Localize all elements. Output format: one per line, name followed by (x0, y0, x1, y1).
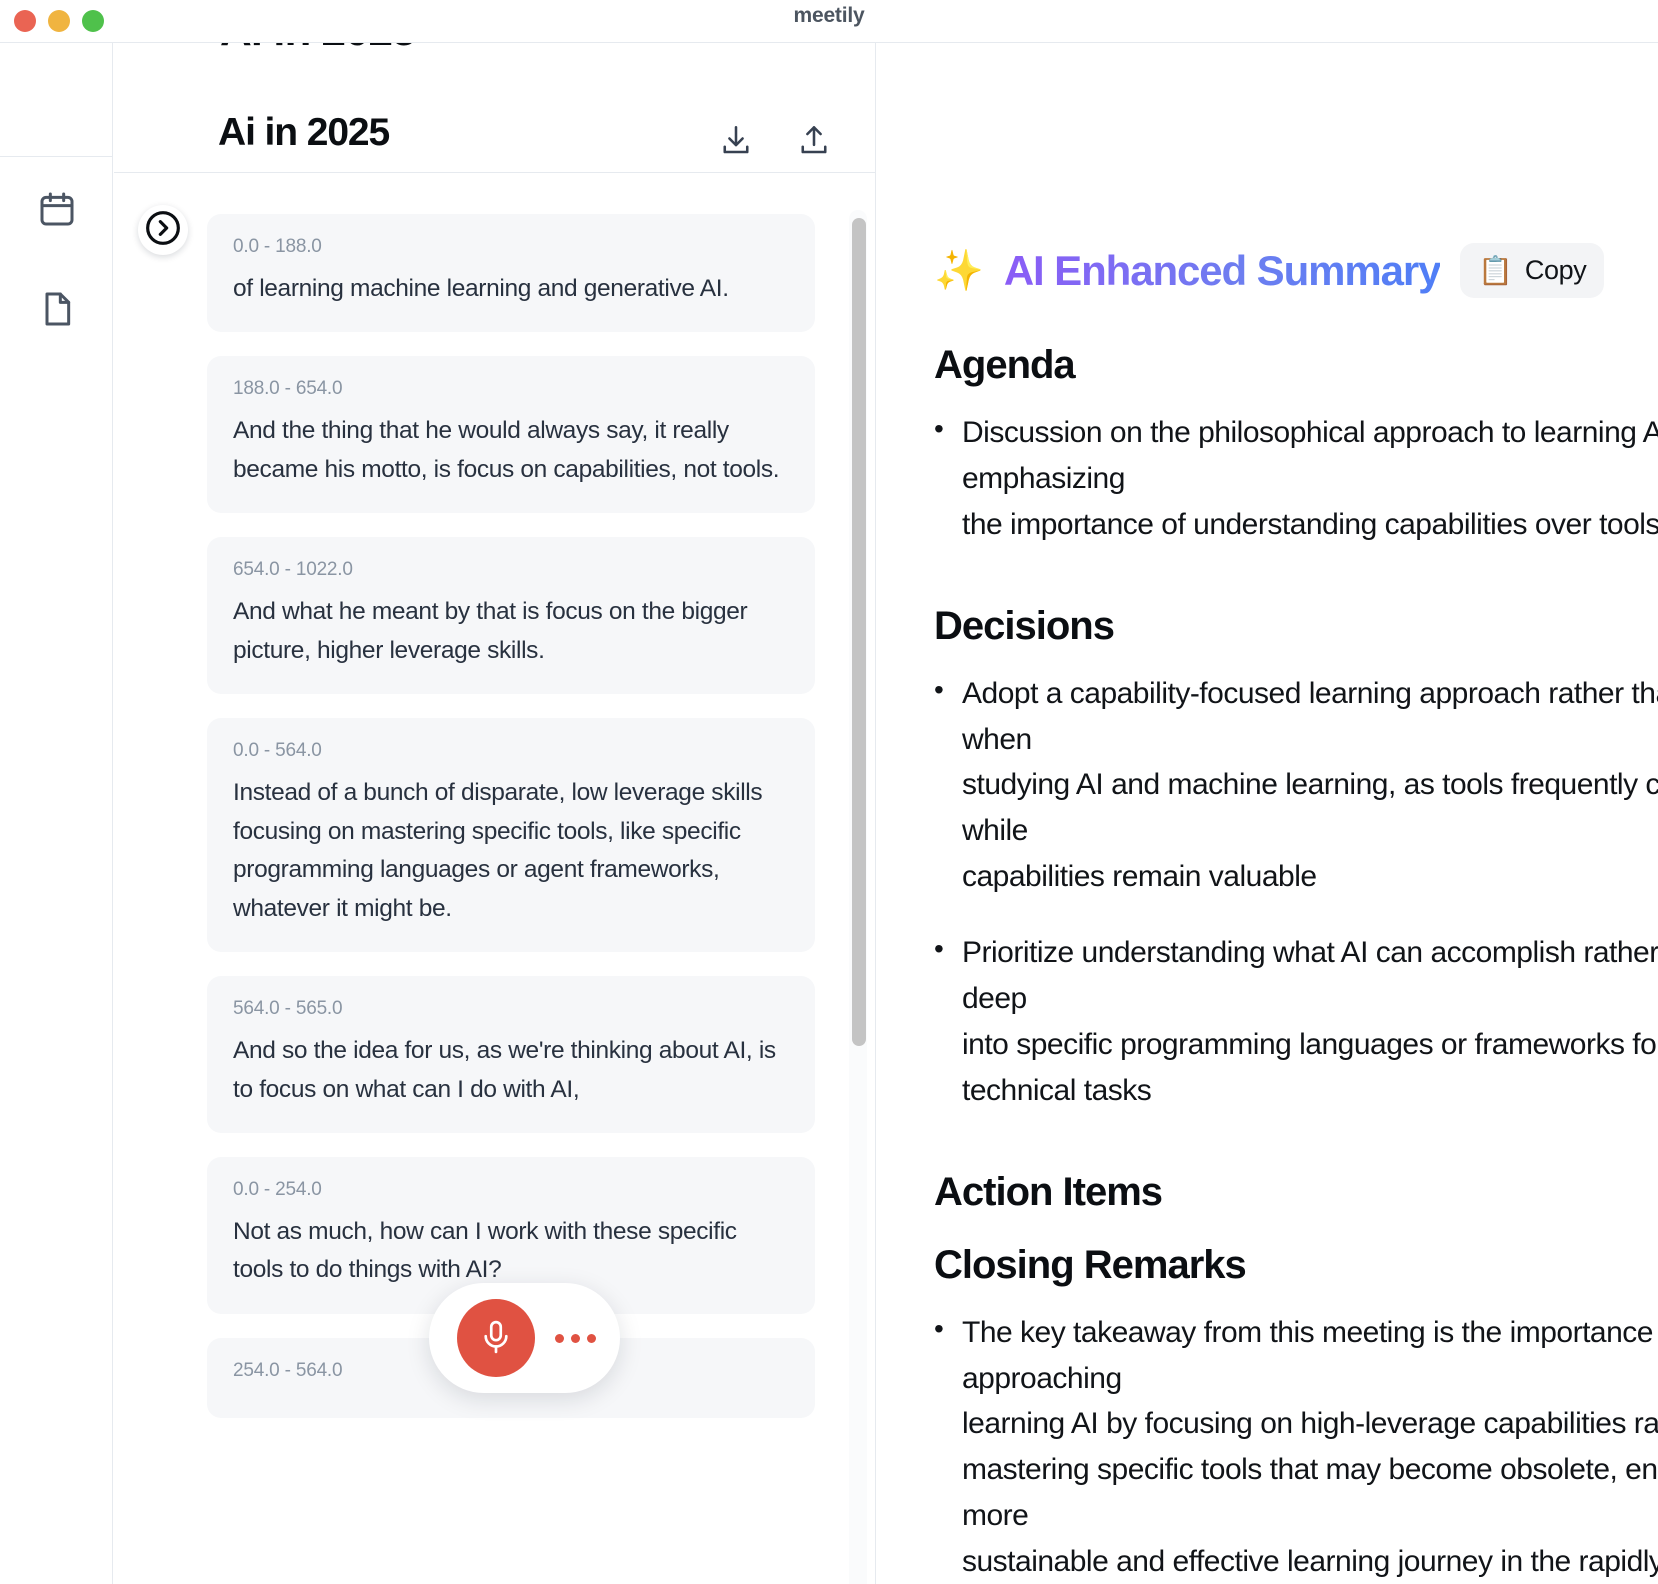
summary-title: AI Enhanced Summary (1003, 246, 1442, 294)
transcript-segment[interactable]: 0.0 - 188.0 of learning machine learning… (207, 214, 815, 333)
summary-section-agenda: Agenda Discussion on the philosophical a… (934, 343, 1658, 548)
rail-divider (0, 156, 113, 157)
summary-header: ✨ AI Enhanced Summary 📋 Copy (934, 243, 1605, 298)
segment-timestamp: 188.0 - 654.0 (233, 378, 343, 400)
list-item: Adopt a capability-focused learning appr… (934, 669, 1658, 900)
record-control-bar (429, 1283, 620, 1393)
microphone-icon (477, 1318, 515, 1359)
transcript-segment[interactable]: 188.0 - 654.0 And the thing that he woul… (207, 356, 815, 514)
chevron-right-circle-icon (143, 208, 183, 253)
section-list: Discussion on the philosophical approach… (934, 408, 1658, 548)
transcript-segment[interactable]: 564.0 - 565.0 And so the idea for us, as… (207, 976, 815, 1133)
summary-section-closing-remarks: Closing Remarks The key takeaway from th… (934, 1243, 1658, 1584)
list-item: Prioritize understanding what AI can acc… (934, 928, 1658, 1114)
segment-text: Instead of a bunch of disparate, low lev… (233, 779, 763, 922)
section-list: The key takeaway from this meeting is th… (934, 1308, 1658, 1584)
app-window: meetily Ai in 2025 0.0 - 188.0 of learni… (0, 0, 1658, 1584)
more-horizontal-icon (570, 1333, 580, 1343)
share-button[interactable] (796, 123, 832, 159)
segment-text: Not as much, how can I work with these s… (233, 1217, 737, 1284)
sidebar-item-notes[interactable] (36, 290, 78, 332)
segment-timestamp: 0.0 - 188.0 (233, 236, 322, 257)
expand-sidebar-button[interactable] (138, 205, 188, 255)
download-icon (718, 122, 754, 161)
summary-section-action-items: Action Items (934, 1170, 1658, 1215)
section-heading: Action Items (934, 1169, 1163, 1214)
record-more-options-button[interactable] (547, 1310, 603, 1366)
more-horizontal-icon (586, 1333, 596, 1343)
window-title: meetily (793, 4, 865, 27)
title-bar: meetily (0, 0, 1658, 43)
transcript-header: Ai in 2025 Ai in 2025 (114, 43, 875, 173)
section-heading: Closing Remarks (934, 1242, 1247, 1287)
page-title: Ai in 2025 (218, 111, 390, 154)
document-icon (37, 289, 77, 334)
segment-text: of learning machine learning and generat… (233, 275, 729, 302)
clipboard-icon: 📋 (1478, 254, 1513, 286)
segment-timestamp: 564.0 - 565.0 (233, 998, 343, 1020)
segment-text: And what he meant by that is focus on th… (233, 598, 748, 664)
list-item: Discussion on the philosophical approach… (934, 408, 1658, 548)
transcript-segment[interactable]: 654.0 - 1022.0 And what he meant by that… (207, 537, 815, 695)
transcript-scrollbar-thumb[interactable] (852, 218, 866, 1046)
upload-icon (796, 122, 832, 161)
record-button[interactable] (457, 1299, 535, 1377)
section-list: Adopt a capability-focused learning appr… (934, 669, 1658, 1114)
list-item: The key takeaway from this meeting is th… (934, 1308, 1658, 1584)
download-button[interactable] (718, 123, 754, 159)
segment-timestamp: 0.0 - 564.0 (233, 740, 322, 762)
summary-content: Agenda Discussion on the philosophical a… (934, 343, 1658, 1584)
calendar-icon (37, 189, 77, 234)
transcript-header-actions (718, 123, 832, 159)
summary-panel: ✨ AI Enhanced Summary 📋 Copy Agenda Disc… (877, 43, 1658, 1584)
section-heading: Decisions (934, 603, 1115, 648)
copy-summary-button[interactable]: 📋 Copy (1460, 243, 1605, 298)
section-heading: Agenda (934, 343, 1076, 387)
segment-timestamp: 654.0 - 1022.0 (233, 559, 353, 581)
segment-timestamp: 0.0 - 254.0 (233, 1178, 322, 1200)
transcript-segment[interactable]: 0.0 - 564.0 Instead of a bunch of dispar… (207, 718, 815, 953)
copy-summary-label: Copy (1524, 255, 1587, 285)
sidebar-item-calendar[interactable] (36, 190, 78, 232)
left-rail (0, 43, 113, 1584)
sparkles-icon: ✨ (934, 248, 984, 293)
clipped-heading-remnant: Ai in 2025 (220, 43, 415, 50)
segment-text: And so the idea for us, as we're thinkin… (233, 1037, 776, 1103)
more-horizontal-icon (554, 1333, 564, 1343)
segment-text: And the thing that he would always say, … (233, 417, 780, 483)
summary-section-decisions: Decisions Adopt a capability-focused lea… (934, 604, 1658, 1114)
